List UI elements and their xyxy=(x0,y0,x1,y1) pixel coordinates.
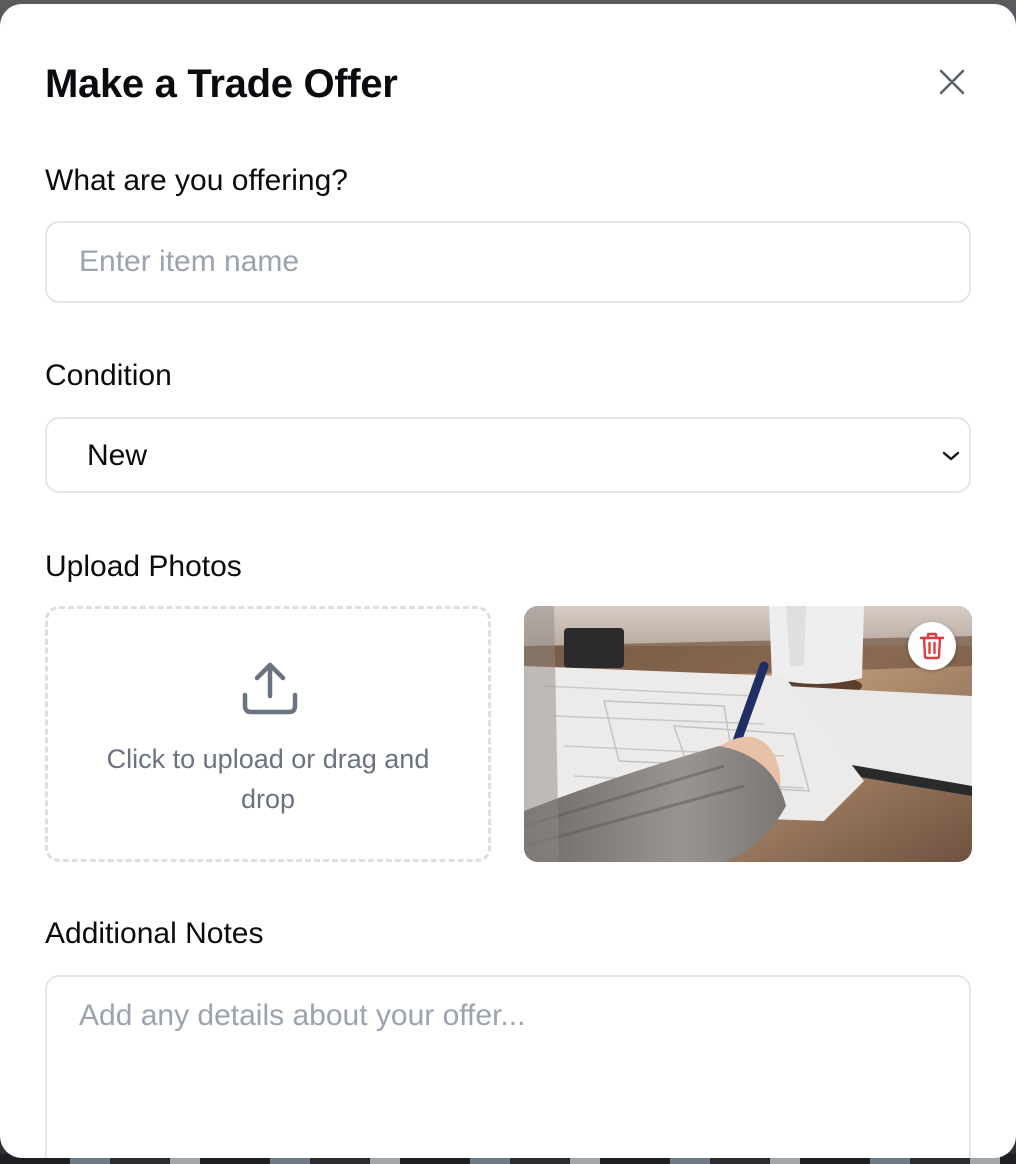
close-icon xyxy=(939,69,965,95)
chevron-down-icon xyxy=(939,446,963,466)
item-name-label: What are you offering? xyxy=(45,164,348,197)
item-name-input[interactable] xyxy=(45,221,971,303)
trade-offer-modal: Make a Trade Offer What are you offering… xyxy=(0,4,1016,1158)
condition-select[interactable]: New xyxy=(45,417,971,493)
photo-image xyxy=(524,606,972,862)
condition-label: Condition xyxy=(45,359,172,392)
upload-photos-label: Upload Photos xyxy=(45,550,242,583)
photo-upload-dropzone[interactable]: Click to upload or drag and drop xyxy=(45,606,491,862)
additional-notes-textarea[interactable] xyxy=(45,975,971,1158)
close-button[interactable] xyxy=(932,62,972,102)
trash-icon xyxy=(919,632,945,660)
uploaded-photo-thumbnail xyxy=(524,606,972,862)
modal-title: Make a Trade Offer xyxy=(45,62,398,106)
condition-selected-value: New xyxy=(87,439,148,472)
additional-notes-label: Additional Notes xyxy=(45,917,264,950)
upload-icon xyxy=(242,662,298,715)
delete-photo-button[interactable] xyxy=(908,622,956,670)
dropzone-text: Click to upload or drag and drop xyxy=(106,744,430,814)
